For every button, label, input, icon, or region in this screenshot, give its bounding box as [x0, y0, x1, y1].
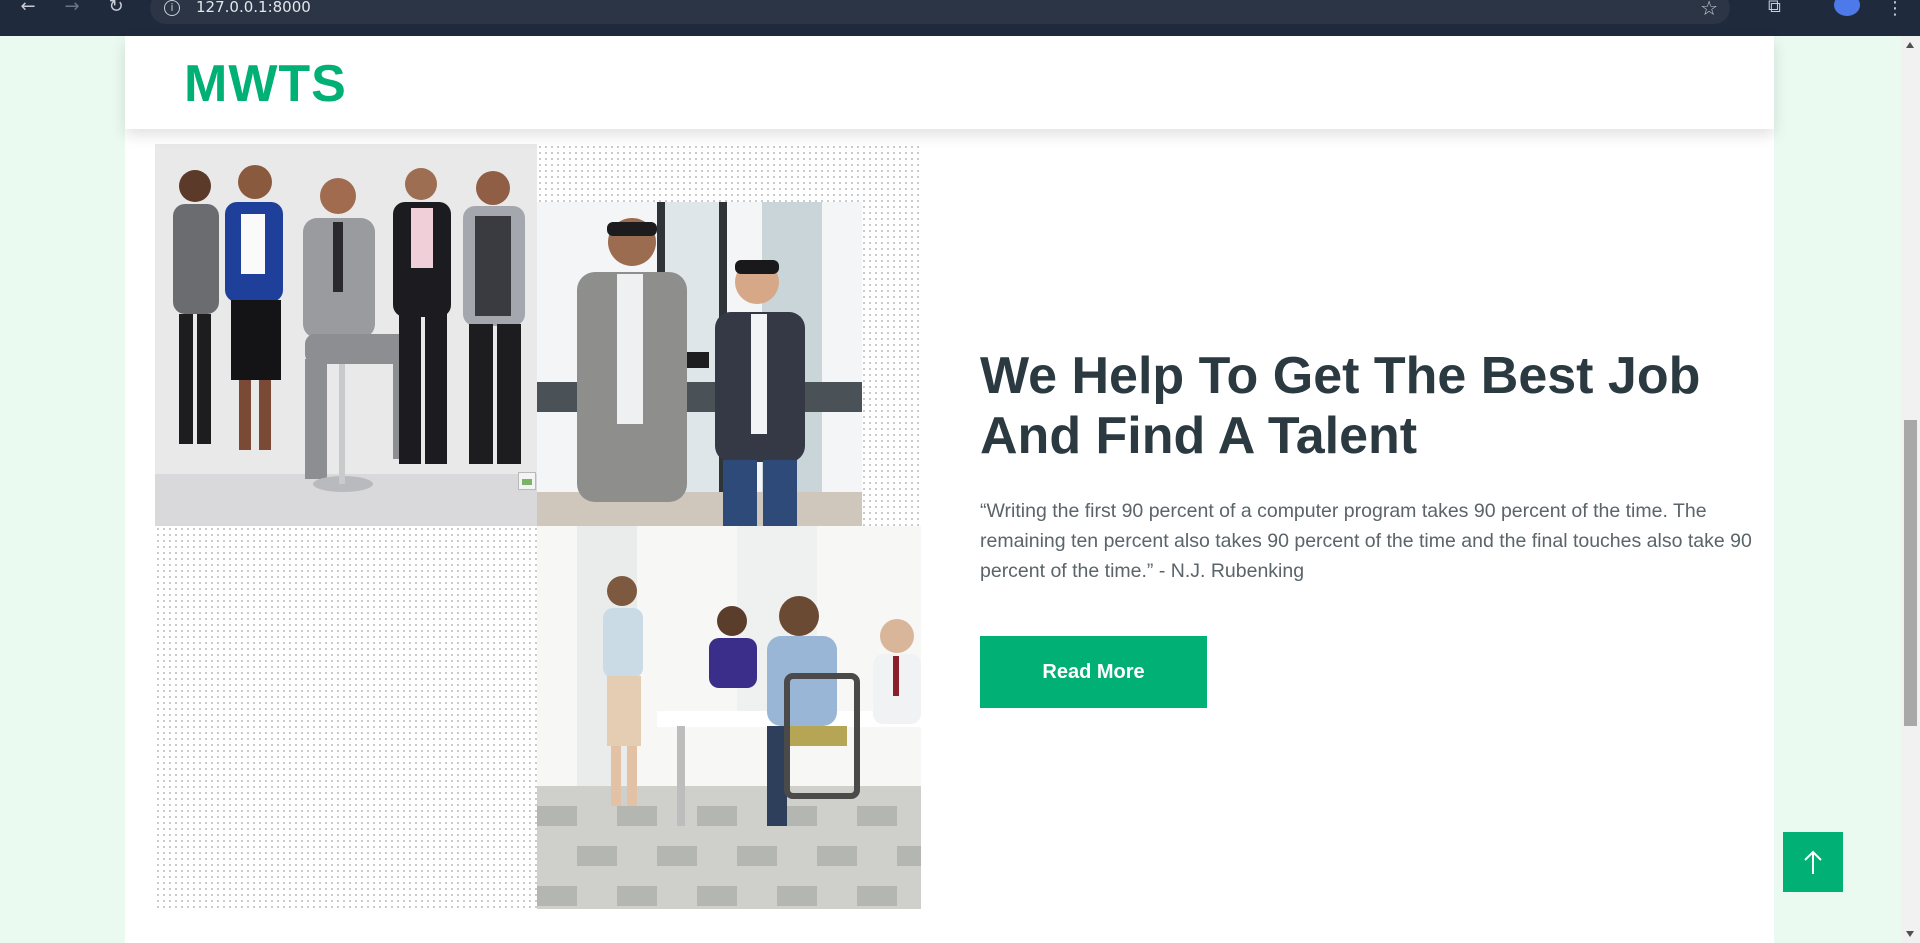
- url-text[interactable]: 127.0.0.1:8000: [196, 0, 311, 16]
- bookmark-star-icon[interactable]: ☆: [1700, 0, 1718, 20]
- section-title: We Help To Get The Best Job And Find A T…: [980, 347, 1701, 465]
- scroll-up-arrow-icon[interactable]: [1906, 42, 1914, 48]
- browser-toolbar: ← → ↻ i 127.0.0.1:8000 ☆ ⧉ ⋮: [0, 0, 1920, 36]
- about-image-grid: [155, 144, 921, 909]
- menu-dots-icon[interactable]: ⋮: [1886, 0, 1904, 19]
- back-arrow-icon[interactable]: ←: [16, 0, 40, 16]
- handshake-photo: [537, 202, 862, 526]
- extensions-icon[interactable]: ⧉: [1768, 0, 1781, 16]
- read-more-button[interactable]: Read More: [980, 636, 1207, 708]
- forward-arrow-icon[interactable]: →: [60, 0, 84, 16]
- back-to-top-button[interactable]: [1783, 832, 1843, 892]
- dot-pattern: [155, 526, 537, 909]
- address-bar[interactable]: i 127.0.0.1:8000 ☆: [150, 0, 1730, 24]
- site-logo[interactable]: MWTS: [184, 54, 347, 114]
- site-header: MWTS: [125, 36, 1774, 129]
- info-icon[interactable]: i: [164, 0, 180, 16]
- profile-avatar[interactable]: [1834, 0, 1860, 16]
- scroll-thumb[interactable]: [1904, 420, 1917, 726]
- arrow-up-icon: [1804, 850, 1822, 874]
- page-scrollbar[interactable]: [1901, 36, 1920, 943]
- scroll-down-arrow-icon[interactable]: [1906, 931, 1914, 937]
- broken-image-icon: [518, 472, 536, 490]
- team-photo: [155, 144, 537, 526]
- page-container: MWTS We Help To Get The Best Job And Fin…: [125, 36, 1774, 943]
- reload-icon[interactable]: ↻: [104, 0, 128, 16]
- about-content: We Help To Get The Best Job And Find A T…: [980, 346, 1760, 708]
- quote-text: “Writing the first 90 percent of a compu…: [980, 500, 1752, 582]
- meeting-photo: [537, 526, 921, 909]
